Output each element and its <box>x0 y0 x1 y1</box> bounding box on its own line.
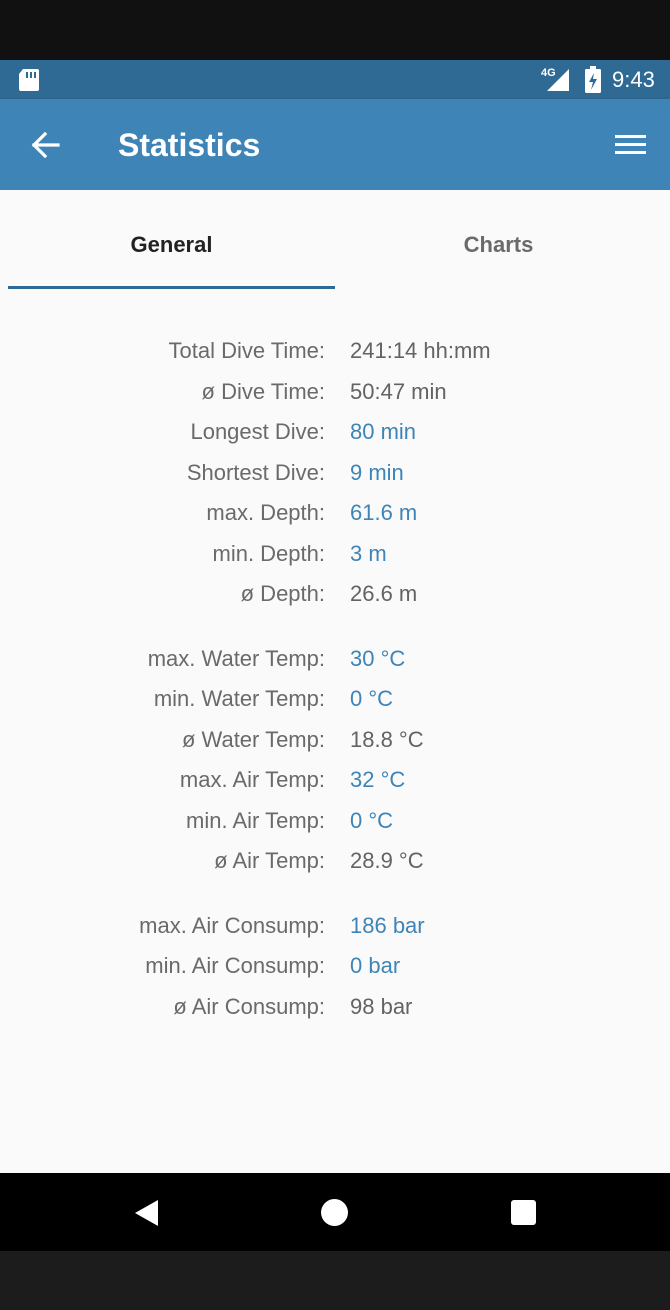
stat-value: 0 °C <box>350 807 394 833</box>
arrow-left-icon <box>31 131 60 159</box>
tab-indicator <box>8 286 335 289</box>
stat-row: min. Air Temp: 0 °C <box>0 800 670 841</box>
system-nav-bar <box>0 1173 670 1251</box>
stat-value: 186 bar <box>350 912 425 938</box>
stat-label: Total Dive Time: <box>168 338 326 363</box>
stat-row: Shortest Dive: 9 min <box>0 452 670 493</box>
stat-label: ø Air Consump: <box>173 993 325 1019</box>
clock: 9:43 <box>612 67 655 92</box>
stat-row: min. Water Temp: 0 °C <box>0 678 670 719</box>
back-button[interactable] <box>24 123 68 167</box>
nav-back-icon[interactable] <box>134 1199 160 1227</box>
tab-general[interactable]: General <box>8 190 335 290</box>
stat-value: 9 min <box>350 459 404 485</box>
nav-recents-icon[interactable] <box>511 1200 536 1225</box>
stat-value: 26.6 m <box>350 581 418 606</box>
stat-row: ø Water Temp: 18.8 °C <box>0 719 670 760</box>
stat-value: 0 bar <box>350 953 401 978</box>
bottom-black-band <box>0 1251 670 1310</box>
sd-card-icon <box>19 69 39 91</box>
stat-label: min. Water Temp: <box>153 686 325 711</box>
stat-label: ø Air Temp: <box>214 848 325 873</box>
stat-value: 50:47 min <box>350 378 447 404</box>
top-black-band <box>0 0 670 60</box>
tab-charts[interactable]: Charts <box>335 190 662 290</box>
stat-label: Longest Dive: <box>190 419 325 444</box>
app-bar: Statistics <box>0 99 670 190</box>
stat-value: 32 °C <box>350 767 406 792</box>
statistics-list: Total Dive Time: 241:14 hh:mm ø Dive Tim… <box>0 330 670 1026</box>
stat-row: ø Air Temp: 28.9 °C <box>0 840 670 881</box>
stat-row: ø Depth: 26.6 m <box>0 573 670 614</box>
stats-group-temperature: max. Water Temp: 30 °C min. Water Temp: … <box>0 638 670 881</box>
stat-value: 18.8 °C <box>350 726 424 752</box>
signal-icon <box>547 69 569 91</box>
stat-label: max. Air Consump: <box>139 912 325 938</box>
stat-row: ø Air Consump: 98 bar <box>0 986 670 1027</box>
stat-row: min. Air Consump: 0 bar <box>0 945 670 986</box>
battery-icon <box>585 66 601 93</box>
stat-label: Shortest Dive: <box>186 459 325 485</box>
stat-row: max. Air Temp: 32 °C <box>0 759 670 800</box>
hamburger-menu-icon <box>615 135 646 154</box>
stat-row: ø Dive Time: 50:47 min <box>0 371 670 412</box>
stat-label: min. Air Temp: <box>186 807 325 833</box>
stats-group-dive: Total Dive Time: 241:14 hh:mm ø Dive Tim… <box>0 330 670 614</box>
stat-value: 3 m <box>350 540 387 566</box>
stats-group-air: max. Air Consump: 186 bar min. Air Consu… <box>0 905 670 1027</box>
stat-row: max. Depth: 61.6 m <box>0 492 670 533</box>
stat-label: max. Depth: <box>206 500 325 525</box>
stat-value: 30 °C <box>350 645 406 671</box>
stat-row: Longest Dive: 80 min <box>0 411 670 452</box>
menu-button[interactable] <box>606 125 654 165</box>
stat-label: ø Depth: <box>240 581 325 606</box>
stat-label: ø Water Temp: <box>181 726 325 752</box>
stat-label: ø Dive Time: <box>201 378 325 404</box>
stat-label: min. Depth: <box>212 540 326 566</box>
stat-value: 61.6 m <box>350 500 418 525</box>
stat-row: max. Air Consump: 186 bar <box>0 905 670 946</box>
stat-label: min. Air Consump: <box>145 953 325 978</box>
stat-value: 98 bar <box>350 993 413 1019</box>
stat-value: 80 min <box>350 419 417 444</box>
stat-value: 241:14 hh:mm <box>350 338 491 363</box>
stat-value: 28.9 °C <box>350 848 424 873</box>
stat-row: max. Water Temp: 30 °C <box>0 638 670 679</box>
stat-row: min. Depth: 3 m <box>0 533 670 574</box>
status-bar: 4G 9:43 <box>0 60 670 99</box>
stat-label: max. Water Temp: <box>147 645 325 671</box>
nav-home-icon[interactable] <box>321 1199 348 1226</box>
page-title: Statistics <box>118 127 261 163</box>
stat-value: 0 °C <box>350 686 394 711</box>
stat-label: max. Air Temp: <box>179 767 325 792</box>
stat-row: Total Dive Time: 241:14 hh:mm <box>0 330 670 371</box>
content-area: General Charts Total Dive Time: 241:14 h… <box>0 190 670 1173</box>
